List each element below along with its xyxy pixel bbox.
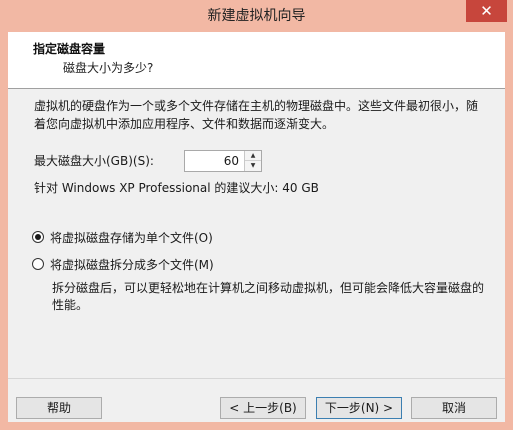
wizard-header: 指定磁盘容量 磁盘大小为多少? <box>8 32 505 89</box>
disk-description: 虚拟机的硬盘作为一个或多个文件存储在主机的物理磁盘中。这些文件最初很小，随着您向… <box>34 99 479 131</box>
page-title: 指定磁盘容量 <box>33 42 106 56</box>
disk-size-spinner[interactable]: 60 ▲ ▼ <box>184 150 262 172</box>
new-vm-wizard-window: 新建虚拟机向导 ✕ 指定磁盘容量 磁盘大小为多少? 虚拟机的硬盘作为一个或多个文… <box>0 0 513 430</box>
spinner-down-icon[interactable]: ▼ <box>245 161 261 171</box>
spinner-buttons: ▲ ▼ <box>244 151 261 171</box>
radio-selected-icon[interactable] <box>32 231 44 243</box>
split-description: 拆分磁盘后，可以更轻松地在计算机之间移动虚拟机，但可能会降低大容量磁盘的性能。 <box>52 281 485 312</box>
help-button[interactable]: 帮助 <box>16 397 102 419</box>
title-bar[interactable]: 新建虚拟机向导 ✕ <box>0 0 513 32</box>
back-button[interactable]: < 上一步(B) <box>220 397 306 419</box>
radio-dot-icon <box>35 234 41 240</box>
page-subtitle: 磁盘大小为多少? <box>63 61 154 75</box>
cancel-button[interactable]: 取消 <box>411 397 497 419</box>
recommended-size-text: 针对 Windows XP Professional 的建议大小: 40 GB <box>34 181 319 195</box>
close-button[interactable]: ✕ <box>466 0 507 22</box>
window-title: 新建虚拟机向导 <box>207 8 306 24</box>
wizard-body: 指定磁盘容量 磁盘大小为多少? 虚拟机的硬盘作为一个或多个文件存储在主机的物理磁… <box>8 32 505 422</box>
max-disk-size-label: 最大磁盘大小(GB)(S): <box>34 154 154 168</box>
radio-single-file-label[interactable]: 将虚拟磁盘存储为单个文件(O) <box>50 230 213 246</box>
disk-size-input[interactable]: 60 <box>224 151 239 171</box>
radio-split-files-label[interactable]: 将虚拟磁盘拆分成多个文件(M) <box>50 257 214 273</box>
close-icon: ✕ <box>480 2 493 20</box>
radio-unselected-icon[interactable] <box>32 258 44 270</box>
next-button[interactable]: 下一步(N) > <box>316 397 402 419</box>
footer-divider <box>8 378 505 379</box>
spinner-up-icon[interactable]: ▲ <box>245 151 261 161</box>
